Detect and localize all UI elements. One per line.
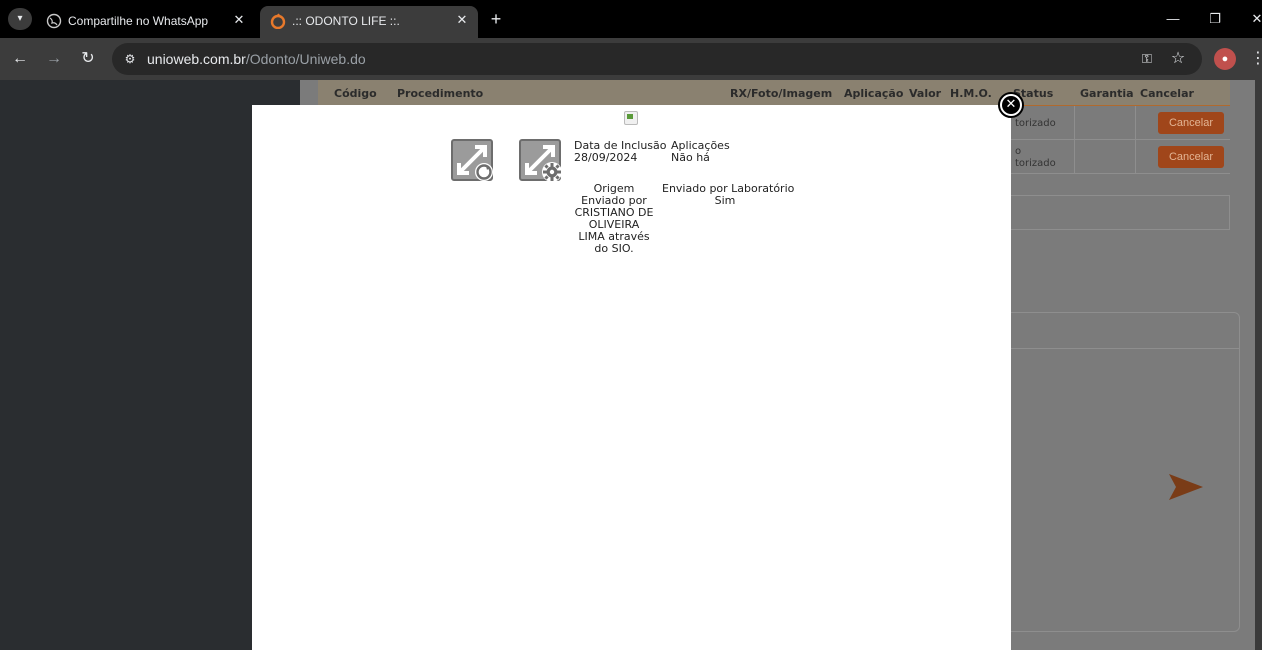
status-text: torizado bbox=[1015, 118, 1056, 129]
status-text-line1: o bbox=[1015, 146, 1022, 157]
page-scrollbar[interactable] bbox=[1255, 80, 1262, 650]
col-hmo: H.M.O. bbox=[950, 87, 992, 100]
password-key-icon[interactable]: ⚿ bbox=[1137, 50, 1157, 68]
back-arrow-icon[interactable]: ← bbox=[8, 47, 32, 71]
tab-title: Compartilhe no WhatsApp bbox=[68, 14, 209, 28]
origem-block: Origem Enviado por CRISTIANO DE OLIVEIRA… bbox=[570, 183, 658, 255]
aplicacoes-value: Não há bbox=[671, 151, 710, 164]
url-host: unioweb.com.br bbox=[147, 51, 246, 67]
bookmark-star-icon[interactable]: ☆ bbox=[1168, 49, 1188, 69]
url-text[interactable]: unioweb.com.br/Odonto/Uniweb.do bbox=[147, 51, 366, 67]
col-cancelar: Cancelar bbox=[1140, 87, 1194, 100]
site-settings-icon[interactable]: ⚙ bbox=[120, 49, 140, 69]
tab-whatsapp[interactable]: Compartilhe no WhatsApp ✕ bbox=[36, 6, 256, 38]
send-arrow-icon[interactable] bbox=[1168, 472, 1204, 502]
close-tab-icon[interactable]: ✕ bbox=[230, 11, 248, 29]
col-garantia: Garantia bbox=[1080, 87, 1134, 100]
browser-tab-strip: ▾ Compartilhe no WhatsApp ✕ .:: ODONTO L… bbox=[0, 0, 1262, 38]
url-path: /Odonto/Uniweb.do bbox=[245, 51, 366, 67]
browser-menu-icon[interactable]: ⋮ bbox=[1250, 48, 1262, 70]
laboratorio-value: Sim bbox=[714, 194, 736, 207]
odonto-logo-icon bbox=[270, 13, 286, 29]
col-codigo: Código bbox=[334, 87, 377, 100]
status-text: torizado bbox=[1015, 158, 1056, 169]
globe-icon bbox=[46, 13, 62, 29]
tab-odonto-life[interactable]: .:: ODONTO LIFE ::. ✕ bbox=[260, 6, 478, 38]
profile-avatar-icon[interactable]: ● bbox=[1214, 48, 1236, 70]
minimize-window-icon[interactable]: — bbox=[1158, 8, 1188, 30]
address-bar[interactable]: ⚙ unioweb.com.br/Odonto/Uniweb.do ⚿ ☆ bbox=[112, 43, 1202, 75]
restore-window-icon[interactable]: ❐ bbox=[1200, 8, 1230, 30]
new-tab-button[interactable]: + bbox=[484, 8, 508, 30]
cancel-button[interactable]: Cancelar bbox=[1158, 112, 1224, 134]
image-rotate-icon[interactable] bbox=[451, 139, 495, 183]
procedures-table-header: Código Procedimento RX/Foto/Imagem Aplic… bbox=[318, 80, 1230, 106]
close-window-icon[interactable]: ✕ bbox=[1242, 8, 1262, 30]
tab-search-icon[interactable]: ▾ bbox=[8, 8, 32, 30]
cancel-button[interactable]: Cancelar bbox=[1158, 146, 1224, 168]
close-icon: ✕ bbox=[1002, 96, 1020, 114]
tab-title: .:: ODONTO LIFE ::. bbox=[292, 14, 400, 28]
reload-icon[interactable]: ↻ bbox=[76, 47, 100, 71]
forward-arrow-icon[interactable]: → bbox=[42, 47, 66, 71]
origem-line: do SIO. bbox=[594, 242, 634, 255]
laboratorio-block: Enviado por Laboratório Sim bbox=[662, 183, 794, 207]
col-valor: Valor bbox=[909, 87, 942, 100]
image-detail-modal: Data de Inclusão 28/09/2024 Aplicações N… bbox=[252, 105, 1011, 650]
close-modal-button[interactable]: ✕ bbox=[998, 92, 1024, 118]
browser-toolbar: ← → ↻ ⚙ unioweb.com.br/Odonto/Uniweb.do … bbox=[0, 38, 1262, 80]
close-tab-icon[interactable]: ✕ bbox=[453, 11, 471, 29]
col-rx-foto-imagem: RX/Foto/Imagem bbox=[730, 87, 833, 100]
data-inclusao-value: 28/09/2024 bbox=[574, 151, 638, 164]
image-settings-icon[interactable] bbox=[519, 139, 563, 183]
col-procedimento: Procedimento bbox=[397, 87, 484, 100]
col-aplicacao: Aplicação bbox=[844, 87, 904, 100]
broken-image-icon bbox=[624, 111, 638, 125]
